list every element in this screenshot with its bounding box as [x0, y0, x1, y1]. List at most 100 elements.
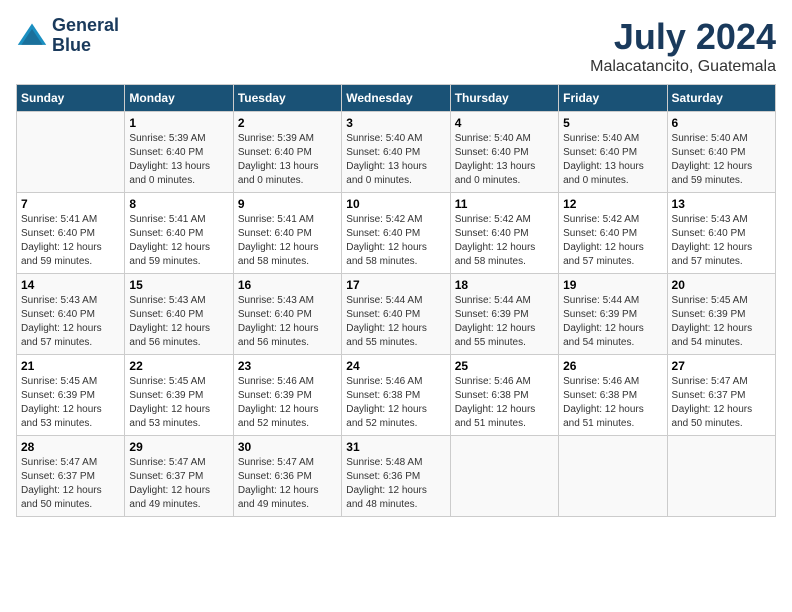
day-number: 9 [238, 197, 337, 211]
day-number: 26 [563, 359, 662, 373]
day-info: Sunrise: 5:42 AMSunset: 6:40 PMDaylight:… [346, 213, 445, 269]
calendar-cell: 27Sunrise: 5:47 AMSunset: 6:37 PMDayligh… [667, 355, 775, 436]
day-number: 5 [563, 116, 662, 130]
day-info: Sunrise: 5:47 AMSunset: 6:37 PMDaylight:… [129, 456, 228, 512]
logo-icon [16, 20, 48, 52]
day-info: Sunrise: 5:42 AMSunset: 6:40 PMDaylight:… [563, 213, 662, 269]
day-number: 19 [563, 278, 662, 292]
title-block: July 2024 Malacatancito, Guatemala [590, 16, 776, 76]
weekday-header-saturday: Saturday [667, 85, 775, 112]
calendar-cell: 6Sunrise: 5:40 AMSunset: 6:40 PMDaylight… [667, 112, 775, 193]
day-info: Sunrise: 5:43 AMSunset: 6:40 PMDaylight:… [672, 213, 771, 269]
day-number: 4 [455, 116, 554, 130]
calendar-cell: 3 Sunrise: 5:40 AMSunset: 6:40 PMDaylight… [342, 112, 450, 193]
logo-line2: Blue [52, 36, 119, 56]
day-info: Sunrise: 5:44 AMSunset: 6:39 PMDaylight:… [455, 294, 554, 350]
logo-line1: General [52, 16, 119, 36]
day-info: Sunrise: 5:41 AMSunset: 6:40 PMDaylight:… [238, 213, 337, 269]
day-number: 16 [238, 278, 337, 292]
day-number: 17 [346, 278, 445, 292]
calendar-cell [450, 436, 558, 517]
day-number: 29 [129, 440, 228, 454]
day-number: 18 [455, 278, 554, 292]
day-info: Sunrise: 5:47 AMSunset: 6:36 PMDaylight:… [238, 456, 337, 512]
day-info: Sunrise: 5:47 AMSunset: 6:37 PMDaylight:… [21, 456, 120, 512]
day-number: 12 [563, 197, 662, 211]
weekday-header-sunday: Sunday [17, 85, 125, 112]
calendar-cell: 15 Sunrise: 5:43 AMSunset: 6:40 PMDayligh… [125, 274, 233, 355]
day-number: 14 [21, 278, 120, 292]
day-info: Sunrise: 5:45 AMSunset: 6:39 PMDaylight:… [129, 375, 228, 431]
day-number: 13 [672, 197, 771, 211]
logo: General Blue [16, 16, 119, 56]
calendar-cell: 28 Sunrise: 5:47 AMSunset: 6:37 PMDayligh… [17, 436, 125, 517]
day-number: 28 [21, 440, 120, 454]
calendar-cell: 21 Sunrise: 5:45 AMSunset: 6:39 PMDayligh… [17, 355, 125, 436]
day-number: 22 [129, 359, 228, 373]
calendar-cell [667, 436, 775, 517]
calendar-cell: 11 Sunrise: 5:42 AMSunset: 6:40 PMDayligh… [450, 193, 558, 274]
day-number: 24 [346, 359, 445, 373]
day-number: 11 [455, 197, 554, 211]
weekday-header-monday: Monday [125, 85, 233, 112]
day-info: Sunrise: 5:39 AMSunset: 6:40 PMDaylight:… [238, 132, 337, 188]
calendar-cell: 4Sunrise: 5:40 AMSunset: 6:40 PMDaylight… [450, 112, 558, 193]
weekday-header-wednesday: Wednesday [342, 85, 450, 112]
day-info: Sunrise: 5:43 AMSunset: 6:40 PMDaylight:… [21, 294, 120, 350]
calendar-cell: 30 Sunrise: 5:47 AMSunset: 6:36 PMDayligh… [233, 436, 341, 517]
calendar-cell: 24 Sunrise: 5:46 AMSunset: 6:38 PMDayligh… [342, 355, 450, 436]
month-title: July 2024 [590, 16, 776, 58]
calendar-cell: 31 Sunrise: 5:48 AMSunset: 6:36 PMDayligh… [342, 436, 450, 517]
day-info: Sunrise: 5:46 AMSunset: 6:38 PMDaylight:… [563, 375, 662, 431]
day-info: Sunrise: 5:43 AMSunset: 6:40 PMDaylight:… [129, 294, 228, 350]
day-info: Sunrise: 5:47 AMSunset: 6:37 PMDaylight:… [672, 375, 771, 431]
day-number: 31 [346, 440, 445, 454]
day-info: Sunrise: 5:45 AMSunset: 6:39 PMDaylight:… [21, 375, 120, 431]
calendar-cell: 19Sunrise: 5:44 AMSunset: 6:39 PMDayligh… [559, 274, 667, 355]
day-number: 3 [346, 116, 445, 130]
week-row-4: 21 Sunrise: 5:45 AMSunset: 6:39 PMDayligh… [17, 355, 776, 436]
day-number: 7 [21, 197, 120, 211]
day-info: Sunrise: 5:41 AMSunset: 6:40 PMDaylight:… [129, 213, 228, 269]
weekday-header-tuesday: Tuesday [233, 85, 341, 112]
calendar-cell: 8Sunrise: 5:41 AMSunset: 6:40 PMDaylight… [125, 193, 233, 274]
day-number: 15 [129, 278, 228, 292]
calendar-cell: 1Sunrise: 5:39 AMSunset: 6:40 PMDaylight… [125, 112, 233, 193]
day-info: Sunrise: 5:46 AMSunset: 6:39 PMDaylight:… [238, 375, 337, 431]
day-info: Sunrise: 5:48 AMSunset: 6:36 PMDaylight:… [346, 456, 445, 512]
calendar-cell: 9 Sunrise: 5:41 AMSunset: 6:40 PMDaylight… [233, 193, 341, 274]
weekday-header-thursday: Thursday [450, 85, 558, 112]
day-number: 2 [238, 116, 337, 130]
calendar-cell: 13 Sunrise: 5:43 AMSunset: 6:40 PMDayligh… [667, 193, 775, 274]
calendar-cell [17, 112, 125, 193]
calendar-cell [559, 436, 667, 517]
calendar-cell: 7 Sunrise: 5:41 AMSunset: 6:40 PMDaylight… [17, 193, 125, 274]
location: Malacatancito, Guatemala [590, 58, 776, 76]
day-number: 6 [672, 116, 771, 130]
calendar-cell: 14 Sunrise: 5:43 AMSunset: 6:40 PMDayligh… [17, 274, 125, 355]
week-row-3: 14 Sunrise: 5:43 AMSunset: 6:40 PMDayligh… [17, 274, 776, 355]
weekday-header-friday: Friday [559, 85, 667, 112]
calendar-cell: 26 Sunrise: 5:46 AMSunset: 6:38 PMDayligh… [559, 355, 667, 436]
calendar-cell: 20Sunrise: 5:45 AMSunset: 6:39 PMDayligh… [667, 274, 775, 355]
day-info: Sunrise: 5:40 AMSunset: 6:40 PMDaylight:… [346, 132, 445, 188]
day-number: 23 [238, 359, 337, 373]
day-info: Sunrise: 5:42 AMSunset: 6:40 PMDaylight:… [455, 213, 554, 269]
week-row-1: 1Sunrise: 5:39 AMSunset: 6:40 PMDaylight… [17, 112, 776, 193]
day-info: Sunrise: 5:44 AMSunset: 6:40 PMDaylight:… [346, 294, 445, 350]
day-info: Sunrise: 5:40 AMSunset: 6:40 PMDaylight:… [563, 132, 662, 188]
day-info: Sunrise: 5:43 AMSunset: 6:40 PMDaylight:… [238, 294, 337, 350]
day-number: 20 [672, 278, 771, 292]
day-number: 25 [455, 359, 554, 373]
day-info: Sunrise: 5:39 AMSunset: 6:40 PMDaylight:… [129, 132, 228, 188]
calendar-table: SundayMondayTuesdayWednesdayThursdayFrid… [16, 84, 776, 517]
day-info: Sunrise: 5:41 AMSunset: 6:40 PMDaylight:… [21, 213, 120, 269]
calendar-cell: 16 Sunrise: 5:43 AMSunset: 6:40 PMDayligh… [233, 274, 341, 355]
calendar-cell: 5 Sunrise: 5:40 AMSunset: 6:40 PMDaylight… [559, 112, 667, 193]
day-number: 30 [238, 440, 337, 454]
weekday-header-row: SundayMondayTuesdayWednesdayThursdayFrid… [17, 85, 776, 112]
day-number: 21 [21, 359, 120, 373]
calendar-cell: 23 Sunrise: 5:46 AMSunset: 6:39 PMDayligh… [233, 355, 341, 436]
calendar-cell: 10Sunrise: 5:42 AMSunset: 6:40 PMDayligh… [342, 193, 450, 274]
day-info: Sunrise: 5:46 AMSunset: 6:38 PMDaylight:… [346, 375, 445, 431]
